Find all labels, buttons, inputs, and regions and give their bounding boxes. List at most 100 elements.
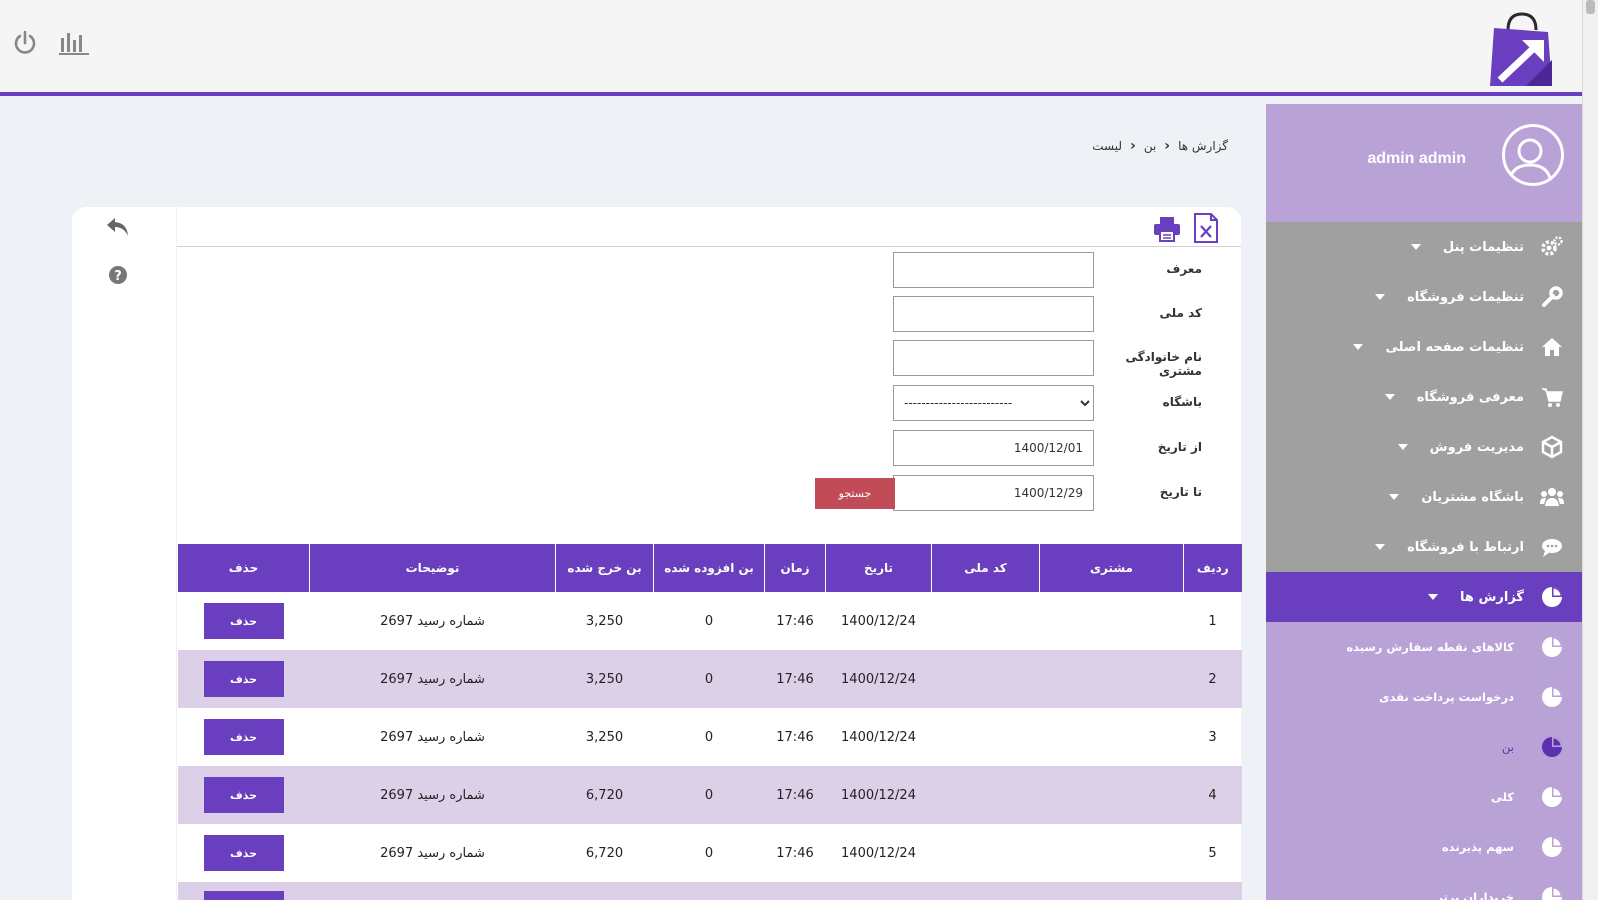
cell-national-code <box>932 708 1040 766</box>
sidebar-item-label: تنظیمات فروشگاه <box>1407 289 1524 305</box>
search-button[interactable]: جستجو <box>815 478 895 509</box>
sidebar-item-label: تنظیمات پنل <box>1442 239 1524 255</box>
column-header-national-code[interactable]: کد ملی <box>931 544 1040 592</box>
cart-icon <box>1540 385 1564 409</box>
card-toolbar <box>177 207 1241 247</box>
svg-text:?: ? <box>114 269 122 284</box>
sidebar-subitem-reorder-goods[interactable]: کالاهای نقطه سفارش رسیده <box>1266 622 1582 672</box>
sidebar-item-shop-settings[interactable]: تنظیمات فروشگاه <box>1266 272 1582 322</box>
sidebar-subitem-label: بن <box>1502 740 1514 754</box>
delete-button[interactable]: حذف <box>203 603 284 639</box>
breadcrumb-reports[interactable]: گزارش ها <box>1178 139 1228 153</box>
national-code-label: کد ملی <box>1159 306 1202 320</box>
sidebar-subitem-cash-request[interactable]: درخواست پرداخت نقدی <box>1266 672 1582 722</box>
sidebar-item-shop-intro[interactable]: معرفی فروشگاه <box>1266 372 1582 422</box>
cell-bon-added: 0 <box>653 766 765 824</box>
cell-bon-added: 0 <box>704 845 714 861</box>
scrollbar-thumb[interactable] <box>1586 0 1595 14</box>
shopping-bag-logo-icon[interactable] <box>1486 10 1558 90</box>
cell-customer <box>1039 650 1184 708</box>
cell-row-number: 2 <box>1183 650 1242 708</box>
caret-down-icon <box>1389 494 1400 500</box>
table-row: 4 1400/12/24 17:46 0 6,720 شماره رسید 26… <box>177 766 1242 824</box>
delete-button[interactable]: حذف <box>203 661 284 697</box>
cell-date: 1400/12/24 <box>841 613 916 629</box>
sidebar-item-contact-shop[interactable]: ارتباط با فروشگاه <box>1266 522 1582 572</box>
caret-down-icon <box>1375 294 1386 300</box>
column-header-customer[interactable]: مشتری <box>1039 544 1184 592</box>
sidebar-subitem-general[interactable]: کلی <box>1266 772 1582 822</box>
delete-button[interactable]: حذف <box>203 777 284 813</box>
cell-description: شماره رسید 2697 <box>309 766 556 824</box>
to-date-label: تا تاریخ <box>1159 485 1202 499</box>
from-date-input[interactable] <box>893 430 1094 466</box>
sidebar-item-customer-club[interactable]: باشگاه مشتریان <box>1266 472 1582 522</box>
reply-back-icon[interactable] <box>105 216 131 238</box>
sidebar-subitem-top-buyers[interactable]: خریداران برتر <box>1266 872 1582 900</box>
cell-customer <box>1040 592 1184 650</box>
pie-chart-icon <box>1540 735 1564 759</box>
referrer-input[interactable] <box>893 252 1094 288</box>
sidebar-item-sales-management[interactable]: مدیریت فروش <box>1266 422 1582 472</box>
main-menu: تنظیمات پنل تنظیمات فروشگاه تنظیمات صفحه… <box>1266 222 1582 572</box>
column-header-description[interactable]: توضیحات <box>309 544 556 592</box>
help-icon[interactable]: ? <box>108 265 128 285</box>
breadcrumb-bon[interactable]: بن <box>1144 139 1156 153</box>
sidebar-item-homepage-settings[interactable]: تنظیمات صفحه اصلی <box>1266 322 1582 372</box>
family-name-input[interactable] <box>893 340 1094 376</box>
table-row: 1 1400/12/24 17:46 0 3,250 شماره رسید 26… <box>178 592 1242 650</box>
pie-chart-icon <box>1540 835 1564 859</box>
column-header-delete: حذف <box>177 544 310 592</box>
sidebar-item-panel-settings[interactable]: تنظیمات پنل <box>1266 222 1582 272</box>
cell-date: 1400/12/24 <box>841 729 916 745</box>
club-select[interactable]: ------------------------- <box>893 385 1094 421</box>
sidebar-item-reports[interactable]: گزارش ها <box>1266 572 1582 622</box>
caret-down-icon <box>1397 444 1408 450</box>
power-icon[interactable] <box>12 30 38 56</box>
delete-button[interactable]: حذف <box>203 835 284 871</box>
print-icon[interactable] <box>1153 216 1181 242</box>
gears-icon <box>1540 235 1564 259</box>
national-code-input[interactable] <box>893 296 1094 332</box>
cell-row-number: 4 <box>1183 766 1242 824</box>
username: admin admin <box>1367 150 1466 167</box>
cell-time: 17:46 <box>776 845 814 861</box>
pie-chart-icon <box>1540 685 1564 709</box>
column-header-date[interactable]: تاریخ <box>825 544 932 592</box>
cell-delete: حذف <box>178 708 310 766</box>
delete-button[interactable]: حذف <box>203 719 284 755</box>
cell-delete: حذف <box>177 766 310 824</box>
excel-export-icon[interactable] <box>1193 213 1219 243</box>
table-row: 3 1400/12/24 17:46 0 3,250 شماره رسید 26… <box>178 708 1242 766</box>
profile-panel: admin admin <box>1266 104 1582 222</box>
cell-time: 17:46 <box>764 766 826 824</box>
delete-button[interactable] <box>203 891 284 900</box>
cell-national-code <box>932 592 1040 650</box>
from-date-label: از تاریخ <box>1157 440 1202 454</box>
column-header-bon-spent[interactable]: بن خرج شده <box>555 544 654 592</box>
pie-chart-icon <box>1540 785 1564 809</box>
wrench-icon <box>1540 285 1564 309</box>
to-date-input[interactable] <box>893 475 1094 511</box>
cell-row-number: 5 <box>1208 845 1217 861</box>
cell-bon-added: 0 <box>704 729 714 745</box>
chat-icon <box>1540 535 1564 559</box>
column-header-row-number[interactable]: ردیف <box>1183 544 1242 592</box>
cell-national-code <box>931 650 1040 708</box>
bar-chart-icon[interactable] <box>58 30 90 56</box>
sidebar-subitem-label: درخواست پرداخت نقدی <box>1378 690 1514 704</box>
breadcrumb-list: لیست <box>1092 139 1123 153</box>
cell-description: شماره رسید 2697 <box>380 845 485 861</box>
column-header-time[interactable]: زمان <box>764 544 826 592</box>
sidebar-subitem-label: کلی <box>1490 790 1514 804</box>
sidebar-subitem-bon[interactable]: بن <box>1266 722 1582 772</box>
avatar-icon[interactable] <box>1502 124 1564 186</box>
column-header-bon-added[interactable]: بن افزوده شده <box>653 544 765 592</box>
sidebar-subitem-acceptor-share[interactable]: سهم پذیرنده <box>1266 822 1582 872</box>
reports-submenu: کالاهای نقطه سفارش رسیده درخواست پرداخت … <box>1266 622 1582 900</box>
pie-chart-icon <box>1540 885 1564 900</box>
cell-bon-spent <box>555 882 654 900</box>
window-scrollbar[interactable] <box>1582 0 1598 900</box>
table-row <box>177 882 1242 900</box>
form-row-family-name: نام خانوادگی مشتری <box>177 340 1241 378</box>
